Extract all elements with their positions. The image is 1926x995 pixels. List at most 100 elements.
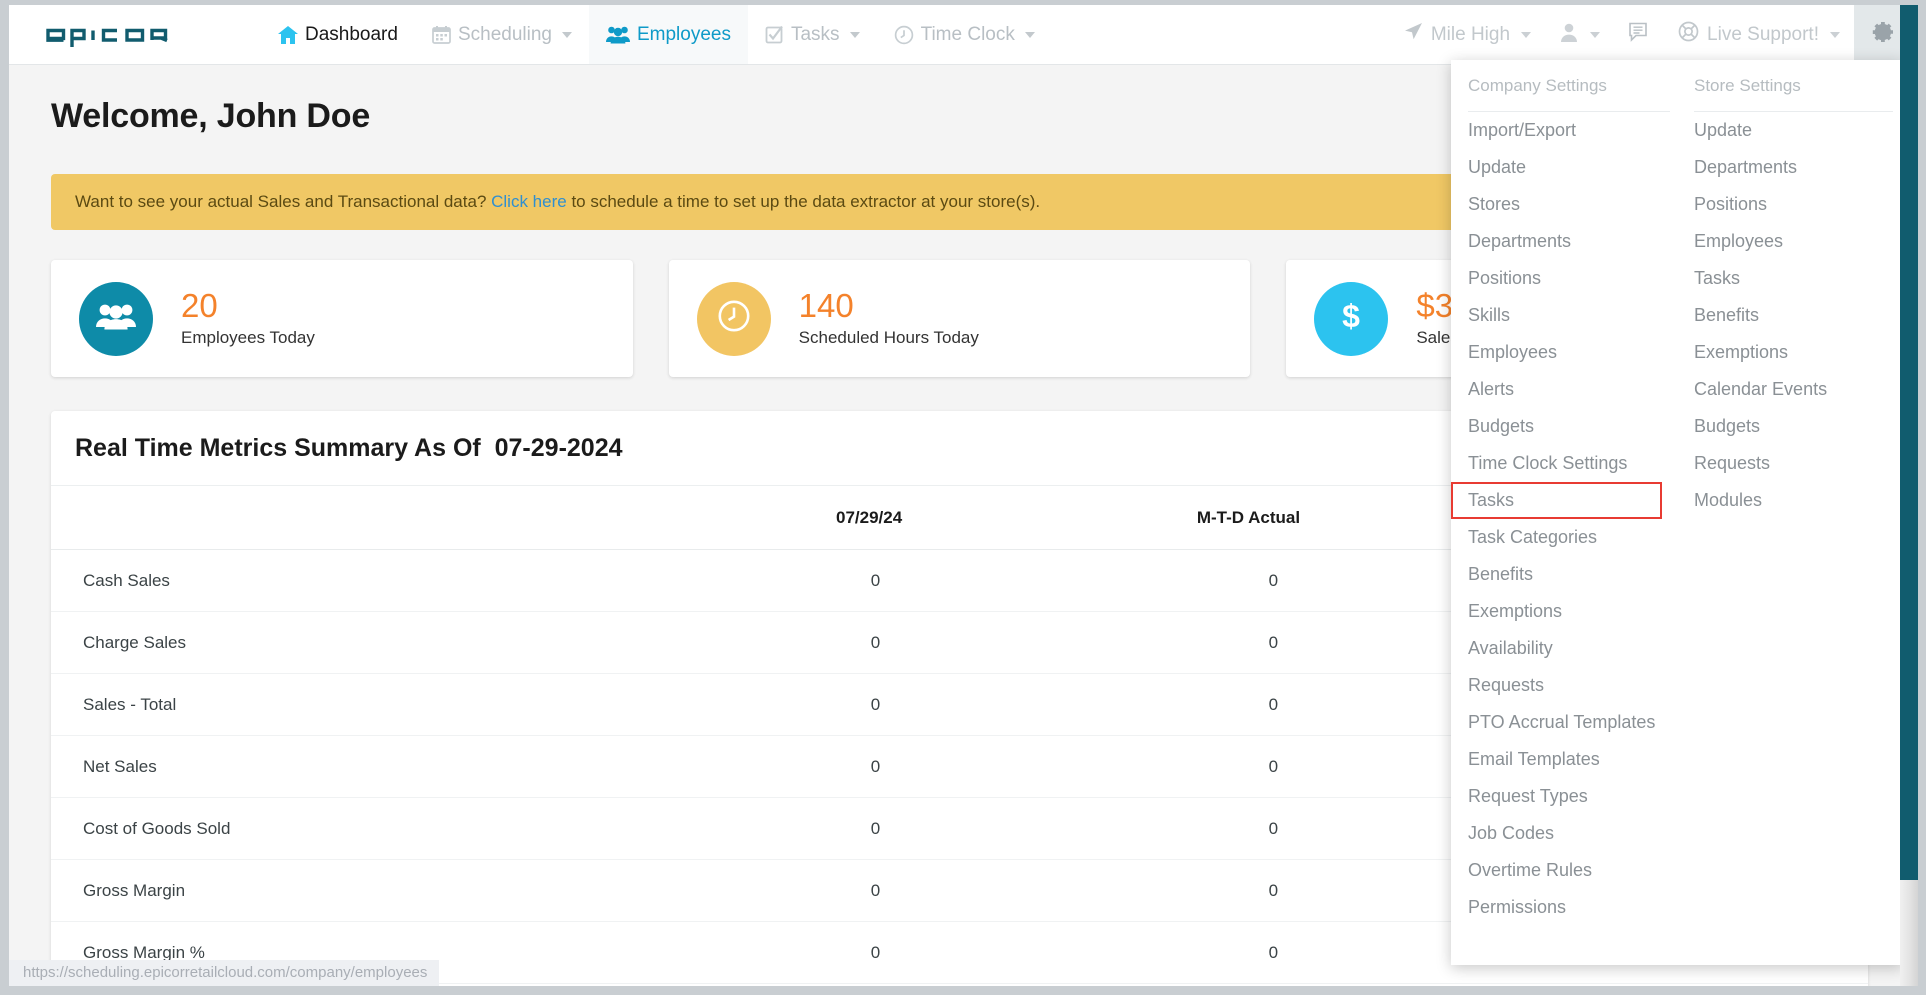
chevron-down-icon xyxy=(849,31,860,38)
card-icon-badge xyxy=(79,281,153,356)
calendar-icon xyxy=(432,25,451,44)
store-menu-item-positions[interactable]: Positions xyxy=(1677,186,1903,223)
metric-label: Charge Sales xyxy=(51,611,615,674)
company-menu-item-pto-accrual-templates[interactable]: PTO Accrual Templates xyxy=(1451,704,1676,741)
company-menu-item-task-categories[interactable]: Task Categories xyxy=(1451,519,1676,556)
nav-item-dashboard[interactable]: Dashboard xyxy=(261,5,415,64)
store-settings-column: Store Settings Update Departments Position… xyxy=(1677,60,1903,965)
company-menu-item-exemptions[interactable]: Exemptions xyxy=(1451,593,1676,630)
nav-item-scheduling[interactable]: Scheduling xyxy=(415,5,589,64)
metric-value-today: 0 xyxy=(614,611,1033,674)
store-settings-items: Update Departments Positions Employees Tasks… xyxy=(1677,112,1903,519)
metrics-title-prefix: Real Time Metrics Summary As Of xyxy=(75,434,481,462)
store-menu-item-exemptions[interactable]: Exemptions xyxy=(1677,334,1903,371)
column-header-blank xyxy=(51,486,615,550)
company-menu-item-overtime-rules[interactable]: Overtime Rules xyxy=(1451,852,1676,889)
company-menu-item-request-types[interactable]: Request Types xyxy=(1451,778,1676,815)
epicor-wordmark-icon xyxy=(45,22,195,48)
nav-label: Employees xyxy=(636,23,731,45)
store-menu-item-update[interactable]: Update xyxy=(1677,112,1903,149)
company-menu-item-positions[interactable]: Positions xyxy=(1451,260,1676,297)
nav-item-time-clock[interactable]: Time Clock xyxy=(877,5,1052,64)
metric-label: Net Sales xyxy=(51,735,615,798)
metric-value-today: 0 xyxy=(614,859,1033,922)
nav-label: Tasks xyxy=(790,23,840,45)
store-menu-item-budgets[interactable]: Budgets xyxy=(1677,408,1903,445)
company-menu-item-benefits[interactable]: Benefits xyxy=(1451,556,1676,593)
company-menu-item-requests[interactable]: Requests xyxy=(1451,667,1676,704)
company-menu-item-job-codes[interactable]: Job Codes xyxy=(1451,815,1676,852)
store-menu-item-modules[interactable]: Modules xyxy=(1677,482,1903,519)
company-settings-items: Import/Export Update Stores Departments Posi… xyxy=(1451,112,1676,926)
card-label: Employees Today xyxy=(181,328,315,348)
store-menu-item-requests[interactable]: Requests xyxy=(1677,445,1903,482)
chevron-down-icon xyxy=(1521,31,1532,38)
user-menu[interactable] xyxy=(1545,5,1614,64)
browser-viewport: Dashboard Scheduling Employees Tasks Tim… xyxy=(0,0,1926,995)
nav-label: Dashboard xyxy=(305,23,398,45)
company-menu-item-budgets[interactable]: Budgets xyxy=(1451,408,1676,445)
company-menu-item-permissions[interactable]: Permissions xyxy=(1451,889,1676,926)
banner-click-here-link[interactable]: Click here xyxy=(491,192,567,211)
company-menu-item-employees[interactable]: Employees xyxy=(1451,334,1676,371)
company-menu-item-tasks[interactable]: Tasks xyxy=(1451,482,1662,519)
metric-label: Cost of Goods Sold xyxy=(51,797,615,860)
window-frame-right xyxy=(1918,0,1926,995)
window-frame-bottom xyxy=(0,986,1926,995)
epicor-logo[interactable] xyxy=(9,5,221,64)
home-icon xyxy=(278,25,298,44)
metric-value-today: 0 xyxy=(614,735,1033,798)
metric-value-mtd-actual: 0 xyxy=(1032,921,1451,984)
company-menu-item-stores[interactable]: Stores xyxy=(1451,186,1676,223)
company-menu-item-update[interactable]: Update xyxy=(1451,149,1676,186)
lifebuoy-icon xyxy=(1678,21,1699,48)
company-menu-item-availability[interactable]: Availability xyxy=(1451,630,1676,667)
metric-value-mtd-actual: 0 xyxy=(1032,859,1451,922)
store-menu-item-benefits[interactable]: Benefits xyxy=(1677,297,1903,334)
metric-value-today: 0 xyxy=(614,921,1033,984)
metric-value-mtd-actual: 0 xyxy=(1032,549,1451,612)
metric-value-mtd-actual: 0 xyxy=(1032,735,1451,798)
store-menu-item-departments[interactable]: Departments xyxy=(1677,149,1903,186)
nav-item-tasks[interactable]: Tasks xyxy=(748,5,877,64)
store-name-label: Mile High xyxy=(1430,23,1511,45)
company-settings-column: Company Settings Import/Export Update Stor… xyxy=(1451,60,1677,965)
company-menu-item-alerts[interactable]: Alerts xyxy=(1451,371,1676,408)
company-menu-item-import-export[interactable]: Import/Export xyxy=(1451,112,1676,149)
card-value: 20 xyxy=(181,286,218,324)
window-frame-left xyxy=(0,0,9,995)
company-settings-header: Company Settings xyxy=(1468,60,1670,112)
page-root: Dashboard Scheduling Employees Tasks Tim… xyxy=(9,5,1910,986)
card-value: 140 xyxy=(798,286,854,324)
chevron-down-icon xyxy=(1830,31,1840,38)
checkbox-icon xyxy=(765,25,784,44)
banner-text-after: to schedule a time to set up the data ex… xyxy=(566,192,1041,211)
clock-icon xyxy=(894,25,914,45)
metric-value-mtd-actual: 0 xyxy=(1032,797,1451,860)
live-support-button[interactable]: Live Support! xyxy=(1664,5,1854,64)
kpi-card-employees-today[interactable]: 20 Employees Today xyxy=(51,260,633,377)
store-settings-header: Store Settings xyxy=(1694,60,1893,112)
column-header-today: 07/29/24 xyxy=(614,486,1033,550)
metric-label: Cash Sales xyxy=(51,549,615,612)
card-label: Scheduled Hours Today xyxy=(798,328,979,348)
top-navigation-bar: Dashboard Scheduling Employees Tasks Tim… xyxy=(9,5,1910,65)
store-menu-item-calendar-events[interactable]: Calendar Events xyxy=(1677,371,1903,408)
store-menu-item-employees[interactable]: Employees xyxy=(1677,223,1903,260)
kpi-card-scheduled-hours[interactable]: 140 Scheduled Hours Today xyxy=(668,260,1251,377)
secondary-nav: Mile High Live Support! xyxy=(1390,5,1910,64)
user-avatar-icon xyxy=(1559,22,1579,48)
store-selector[interactable]: Mile High xyxy=(1390,5,1545,64)
store-menu-item-tasks[interactable]: Tasks xyxy=(1677,260,1903,297)
people-icon xyxy=(605,25,630,44)
messages-button[interactable] xyxy=(1614,5,1664,64)
company-menu-item-skills[interactable]: Skills xyxy=(1451,297,1676,334)
browser-scrollbar-thumb[interactable] xyxy=(1900,5,1918,880)
metric-value-today: 0 xyxy=(614,797,1033,860)
banner-text-before: Want to see your actual Sales and Transa… xyxy=(75,192,492,211)
company-menu-item-email-templates[interactable]: Email Templates xyxy=(1451,741,1676,778)
metric-label: Sales - Total xyxy=(51,673,615,736)
nav-item-employees[interactable]: Employees xyxy=(588,5,748,64)
company-menu-item-departments[interactable]: Departments xyxy=(1451,223,1676,260)
company-menu-item-time-clock-settings[interactable]: Time Clock Settings xyxy=(1451,445,1676,482)
